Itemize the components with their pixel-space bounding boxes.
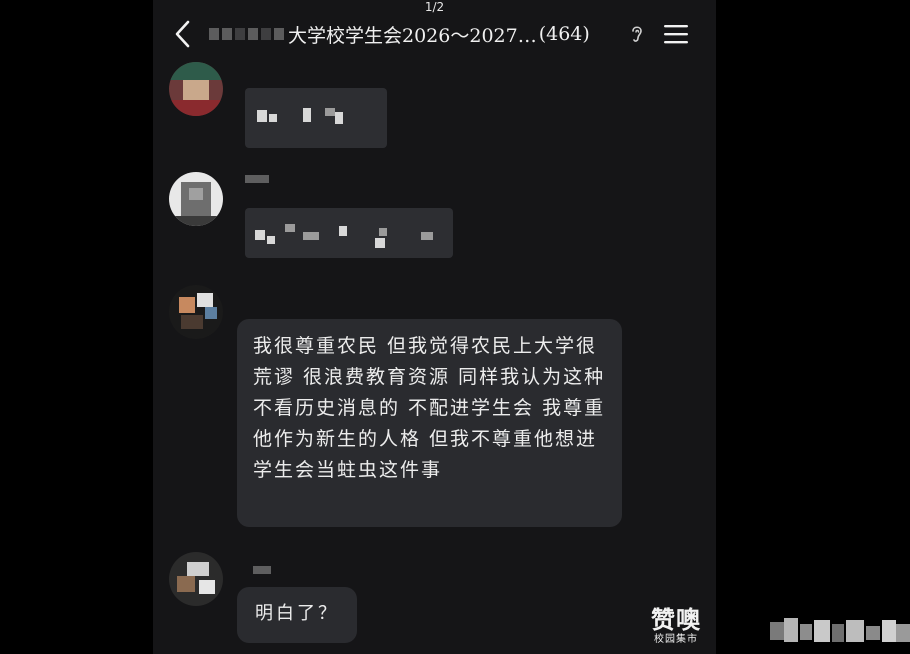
chevron-left-icon[interactable] <box>171 18 195 50</box>
redacted-group-name <box>209 28 284 40</box>
watermark-sub: 校园集市 <box>654 634 698 645</box>
avatar[interactable] <box>169 552 223 606</box>
redacted-content <box>303 108 311 122</box>
page-indicator: 1/2 <box>424 0 445 14</box>
sender-name-redacted <box>245 175 269 183</box>
group-name: 大学校学生会2026～2027… <box>288 24 537 47</box>
message-text: 明白了？ <box>255 603 339 624</box>
redacted-content <box>335 112 343 124</box>
watermark-main: 赞噢 <box>651 605 701 634</box>
member-count: (464) <box>538 23 590 45</box>
redacted-content <box>269 114 277 122</box>
redacted-content <box>255 230 265 240</box>
watermark-logo: 赞噢 校园集市 <box>651 606 701 646</box>
ear-icon <box>632 26 642 42</box>
hamburger-menu-icon[interactable] <box>663 22 689 46</box>
redacted-content <box>257 110 267 122</box>
redacted-content <box>379 228 387 236</box>
message-text: 我很尊重农民 但我觉得农民上大学很荒谬 很浪费教育资源 同样我认为这种不看历史消… <box>253 335 606 481</box>
chat-header: 大学校学生会2026～2027… (464) <box>153 14 716 54</box>
chat-title[interactable]: 大学校学生会2026～2027… (464) <box>209 20 590 48</box>
message-bubble-redacted[interactable] <box>245 208 453 258</box>
avatar[interactable] <box>169 285 223 339</box>
message-bubble[interactable]: 明白了？ <box>237 587 357 643</box>
message-bubble-redacted[interactable] <box>245 88 387 148</box>
redacted-content <box>285 224 295 232</box>
redacted-content <box>375 238 385 248</box>
redacted-content <box>325 108 335 116</box>
redacted-content <box>303 232 319 240</box>
avatar[interactable] <box>169 62 223 116</box>
redacted-content <box>339 226 347 236</box>
chat-screen: 1/2 大学校学生会2026～2027… (464) 我很尊重农民 但我觉得农民… <box>153 0 716 654</box>
redacted-content <box>421 232 433 240</box>
sender-name-redacted <box>253 566 271 574</box>
message-bubble[interactable]: 我很尊重农民 但我觉得农民上大学很荒谬 很浪费教育资源 同样我认为这种不看历史消… <box>237 319 622 527</box>
redacted-corner-mark <box>770 618 910 642</box>
redacted-content <box>267 236 275 244</box>
avatar[interactable] <box>169 172 223 226</box>
